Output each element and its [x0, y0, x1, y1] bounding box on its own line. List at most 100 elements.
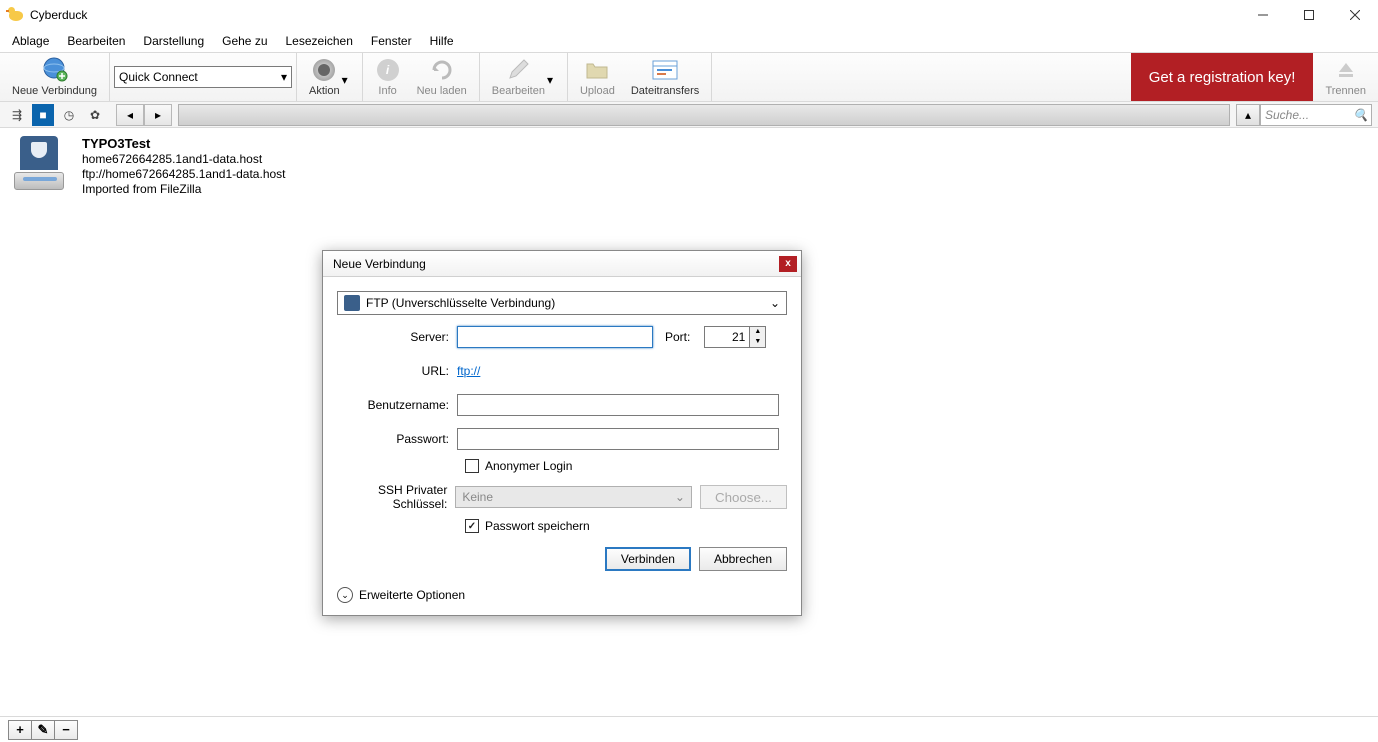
quick-connect-select[interactable]: Quick Connect ▾ — [114, 66, 292, 88]
dialog-title: Neue Verbindung — [333, 257, 426, 271]
add-bookmark-button[interactable]: + — [8, 720, 32, 740]
connect-button[interactable]: Verbinden — [605, 547, 691, 571]
ssh-key-value: Keine — [462, 490, 493, 504]
cyberduck-icon — [8, 7, 24, 23]
gear-icon — [311, 57, 337, 83]
port-label: Port: — [665, 330, 698, 344]
outline-view-icon[interactable]: ⇶ — [6, 104, 28, 126]
globe-plus-icon — [42, 57, 68, 83]
protocol-label: FTP (Unverschlüsselte Verbindung) — [366, 296, 555, 310]
chevron-down-icon: ⌄ — [770, 296, 780, 310]
folder-up-icon — [584, 57, 610, 83]
save-password-checkbox[interactable] — [465, 519, 479, 533]
menu-bearbeiten[interactable]: Bearbeiten — [59, 32, 133, 50]
minimize-button[interactable] — [1240, 0, 1286, 30]
menu-lesezeichen[interactable]: Lesezeichen — [278, 32, 361, 50]
menubar: Ablage Bearbeiten Darstellung Gehe zu Le… — [0, 30, 1378, 52]
new-connection-label: Neue Verbindung — [12, 85, 97, 97]
bookmark-title: TYPO3Test — [82, 136, 286, 151]
search-icon: 🔍 — [1353, 108, 1367, 122]
reload-button[interactable]: Neu laden — [409, 53, 475, 101]
bookmark-url: ftp://home672664285.1and1-data.host — [82, 167, 286, 181]
menu-ablage[interactable]: Ablage — [4, 32, 57, 50]
new-connection-dialog: Neue Verbindung x FTP (Unverschlüsselte … — [322, 250, 802, 616]
reload-label: Neu laden — [417, 85, 467, 97]
bookmark-item[interactable]: TYPO3Test home672664285.1and1-data.host … — [0, 128, 1378, 204]
chevron-down-icon: ▾ — [342, 73, 350, 81]
window-title: Cyberduck — [30, 8, 87, 22]
ssh-key-label: SSH Privater Schlüssel: — [337, 483, 455, 511]
protocol-select[interactable]: FTP (Unverschlüsselte Verbindung) ⌄ — [337, 291, 787, 315]
url-link[interactable]: ftp:// — [457, 364, 480, 378]
server-disk-icon — [10, 136, 68, 190]
bookmark-note: Imported from FileZilla — [82, 182, 286, 196]
info-label: Info — [378, 85, 396, 97]
quick-connect-label: Quick Connect — [119, 70, 198, 84]
chevron-down-icon: ⌄ — [675, 490, 685, 504]
secondary-toolbar: ⇶ ■ ◷ ✿ ◂ ▸ ▴ Suche... 🔍 — [0, 102, 1378, 128]
path-dropdown[interactable] — [178, 104, 1230, 126]
new-connection-button[interactable]: Neue Verbindung — [4, 53, 105, 101]
menu-darstellung[interactable]: Darstellung — [135, 32, 212, 50]
pencil-icon — [505, 57, 531, 83]
maximize-button[interactable] — [1286, 0, 1332, 30]
dialog-titlebar: Neue Verbindung x — [323, 251, 801, 277]
expand-options-icon[interactable]: ⌄ — [337, 587, 353, 603]
search-input[interactable]: Suche... 🔍 — [1260, 104, 1372, 126]
bottom-toolbar: + ✎ − — [0, 716, 1378, 742]
cancel-button[interactable]: Abbrechen — [699, 547, 787, 571]
info-button[interactable]: i Info — [367, 53, 409, 101]
close-button[interactable] — [1332, 0, 1378, 30]
chevron-down-icon: ▾ — [281, 70, 287, 84]
edit-button[interactable]: Bearbeiten ▾ — [484, 53, 563, 101]
path-up-button[interactable]: ▴ — [1236, 104, 1260, 126]
bookmark-host: home672664285.1and1-data.host — [82, 152, 286, 166]
url-label: URL: — [337, 364, 457, 378]
password-input[interactable] — [457, 428, 779, 450]
anonymous-label: Anonymer Login — [485, 459, 572, 473]
port-spinner[interactable]: ▲▼ — [750, 326, 766, 348]
search-placeholder: Suche... — [1265, 108, 1309, 122]
titlebar: Cyberduck — [0, 0, 1378, 30]
reload-icon — [429, 57, 455, 83]
chevron-down-icon: ▾ — [547, 73, 555, 81]
toolbar: Neue Verbindung Quick Connect ▾ Aktion ▾… — [0, 52, 1378, 102]
save-password-label: Passwort speichern — [485, 519, 590, 533]
menu-gehezu[interactable]: Gehe zu — [214, 32, 275, 50]
upload-label: Upload — [580, 85, 615, 97]
nav-back-button[interactable]: ◂ — [116, 104, 144, 126]
upload-button[interactable]: Upload — [572, 53, 623, 101]
ftp-icon — [344, 295, 360, 311]
transfers-button[interactable]: Dateitransfers — [623, 53, 707, 101]
password-label: Passwort: — [337, 432, 457, 446]
bonjour-view-icon[interactable]: ✿ — [84, 104, 106, 126]
eject-icon — [1333, 57, 1359, 83]
edit-bookmark-button[interactable]: ✎ — [31, 720, 55, 740]
disconnect-label: Trennen — [1325, 85, 1366, 97]
server-label: Server: — [337, 330, 457, 344]
username-label: Benutzername: — [337, 398, 457, 412]
remove-bookmark-button[interactable]: − — [54, 720, 78, 740]
nav-forward-button[interactable]: ▸ — [144, 104, 172, 126]
menu-fenster[interactable]: Fenster — [363, 32, 420, 50]
port-input[interactable] — [704, 326, 750, 348]
transfers-icon — [652, 57, 678, 83]
menu-hilfe[interactable]: Hilfe — [422, 32, 462, 50]
registration-label: Get a registration key! — [1149, 69, 1296, 86]
aktion-label: Aktion — [309, 85, 340, 97]
ssh-key-select: Keine ⌄ — [455, 486, 692, 508]
info-icon: i — [375, 57, 401, 83]
disconnect-button[interactable]: Trennen — [1317, 53, 1374, 101]
choose-button: Choose... — [700, 485, 787, 509]
edit-label: Bearbeiten — [492, 85, 545, 97]
transfers-label: Dateitransfers — [631, 85, 699, 97]
registration-banner[interactable]: Get a registration key! — [1131, 53, 1314, 101]
username-input[interactable] — [457, 394, 779, 416]
history-view-icon[interactable]: ◷ — [58, 104, 80, 126]
server-input[interactable] — [457, 326, 653, 348]
dialog-close-button[interactable]: x — [779, 256, 797, 272]
bookmark-view-icon[interactable]: ■ — [32, 104, 54, 126]
expand-options-label[interactable]: Erweiterte Optionen — [359, 588, 465, 602]
aktion-button[interactable]: Aktion ▾ — [301, 53, 358, 101]
anonymous-checkbox[interactable] — [465, 459, 479, 473]
